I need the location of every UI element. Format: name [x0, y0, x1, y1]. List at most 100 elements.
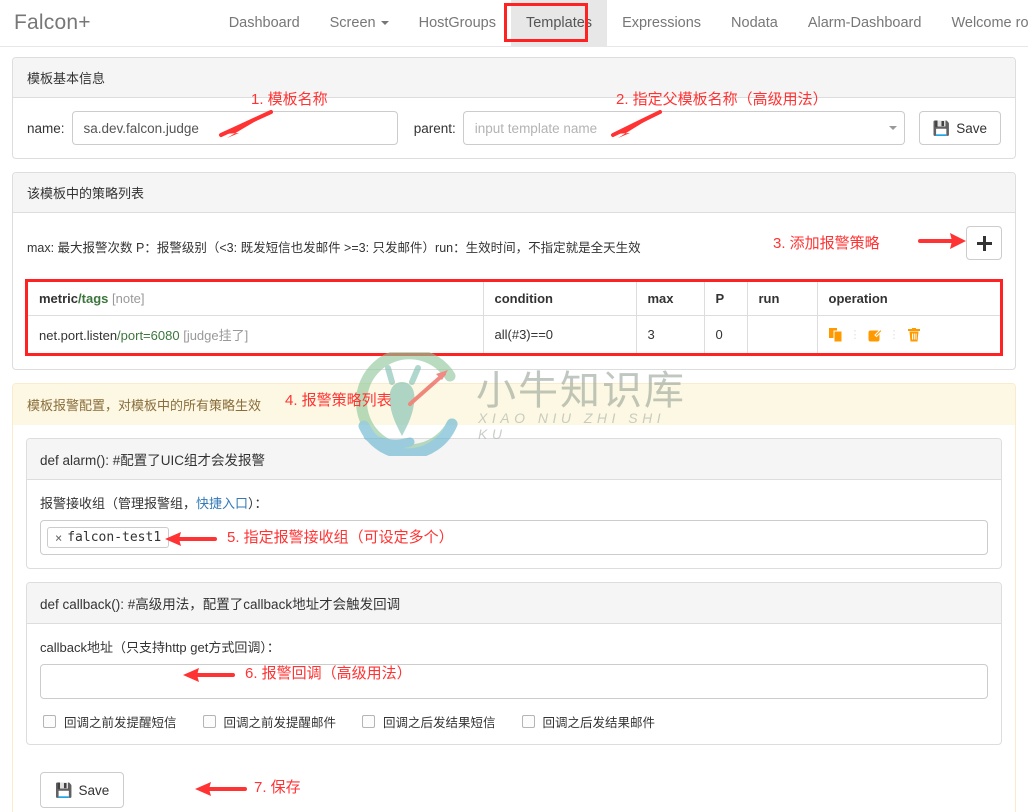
page-content: 模板基本信息 name: parent: 💾 Save 1. 模板名称 — [0, 47, 1028, 812]
nav-label: Alarm-Dashboard — [807, 15, 922, 31]
col-metric-dark: metric — [39, 291, 79, 306]
quick-entry-link[interactable]: 快捷入口 — [196, 496, 248, 511]
callback-section-panel: def callback(): #高级用法，配置了callback地址才会触发回… — [26, 582, 1002, 745]
checkbox-icon[interactable] — [43, 715, 56, 728]
panel-body-basic: name: parent: 💾 Save — [13, 98, 1015, 158]
cell-max: 3 — [636, 315, 705, 353]
nav-item-hostgroups[interactable]: HostGroups — [404, 0, 511, 46]
nav-label: Templates — [525, 15, 593, 31]
nav-label: Dashboard — [228, 15, 300, 31]
icon-separator: ⋮ — [888, 329, 900, 341]
annotation-4-text: 4. 报警策略列表 — [285, 392, 392, 409]
col-metric-green: /tags — [78, 291, 109, 306]
footer-save-row: 💾 Save 7. 保存 — [26, 758, 1002, 808]
nav-item-screen[interactable]: Screen — [315, 0, 404, 46]
annotation-3-arrow — [918, 233, 966, 249]
add-strategy-button[interactable] — [966, 226, 1002, 260]
name-label: name: — [27, 120, 65, 136]
parent-label: parent: — [413, 120, 456, 136]
top-navbar: Falcon+ Dashboard Screen HostGroups Temp… — [0, 0, 1028, 47]
strategy-list-panel: 该模板中的策略列表 max: 最大报警次数 P：报警级别（<3: 既发短信也发邮… — [12, 172, 1016, 370]
alarm-section-title: def alarm(): #配置了UIC组才会发报警 — [27, 439, 1001, 480]
basic-form-row: name: parent: 💾 Save — [27, 111, 1001, 145]
save-label: Save — [78, 782, 110, 798]
token-label: falcon-test1 — [67, 530, 162, 545]
callback-checkbox-group: 回调之前发提醒短信 回调之前发提醒邮件 回调之后发结果短信 回调之后发结果邮件 — [40, 712, 988, 731]
save-label: Save — [956, 120, 987, 136]
table-header-row: metric/tags [note] condition max P run o… — [28, 282, 1000, 316]
brand-logo[interactable]: Falcon+ — [0, 0, 91, 46]
parent-template-input[interactable] — [462, 111, 883, 145]
nav-items: Dashboard Screen HostGroups Templates Ex… — [214, 0, 1028, 46]
nav-label: Screen — [329, 15, 376, 31]
col-metric-tags: metric/tags [note] — [28, 282, 484, 316]
panel-heading-strategy: 该模板中的策略列表 — [13, 173, 1015, 213]
col-max: max — [636, 282, 705, 316]
metric-name: net.port.listen — [39, 328, 118, 343]
strategy-legend-row: max: 最大报警次数 P：报警级别（<3: 既发短信也发邮件 >=3: 只发邮… — [13, 213, 1015, 279]
checkbox-icon[interactable] — [202, 715, 216, 728]
cell-operation: ⋮ ⋮ — [817, 316, 1000, 354]
save-all-button[interactable]: 💾 Save — [40, 772, 125, 808]
cell-p: 0 — [704, 315, 748, 353]
panel-heading-basic: 模板基本信息 — [13, 58, 1015, 98]
col-operation: operation — [817, 282, 1000, 316]
token-falcon-test1[interactable]: × falcon-test1 — [47, 527, 170, 548]
alarm-config-panel: 模板报警配置，对模板中的所有策略生效 4. 报警策略列表 def alarm()… — [12, 383, 1016, 812]
checkbox-item-before-mail[interactable]: 回调之前发提醒邮件 — [202, 712, 337, 731]
edit-icon[interactable] — [868, 328, 882, 342]
parent-dropdown-toggle[interactable] — [882, 111, 905, 145]
checkbox-label: 回调之后发结果短信 — [383, 716, 496, 730]
cell-condition: all(#3)==0 — [483, 315, 637, 353]
save-basic-button[interactable]: 💾 Save — [918, 111, 1001, 145]
strategy-table: metric/tags [note] condition max P run o… — [28, 282, 1000, 353]
nav-item-templates[interactable]: Templates — [510, 0, 608, 46]
checkbox-label: 回调之前发提醒邮件 — [223, 716, 337, 730]
nav-item-dashboard[interactable]: Dashboard — [214, 0, 315, 46]
panel-heading-alarm: 模板报警配置，对模板中的所有策略生效 4. 报警策略列表 — [13, 384, 1015, 425]
plus-icon — [976, 235, 992, 251]
col-condition: condition — [483, 282, 637, 316]
copy-icon[interactable] — [828, 327, 843, 342]
col-metric-gray: [note] — [112, 291, 145, 306]
alarm-group-label: 报警接收组（管理报警组，快捷入口）： — [40, 493, 988, 512]
checkbox-item-before-sms[interactable]: 回调之前发提醒短信 — [43, 712, 177, 731]
checkbox-icon[interactable] — [521, 715, 535, 728]
metric-tags: /port=6080 — [117, 328, 180, 343]
checkbox-label: 回调之后发结果邮件 — [542, 716, 656, 730]
alarm-receiver-group-input[interactable]: × falcon-test1 5. 指定报警接收组（可设定多个） — [40, 520, 988, 555]
annotation-5-arrow — [165, 532, 217, 546]
table-row: net.port.listen/port=6080 [judge挂了] all(… — [28, 315, 1000, 354]
annotation-7-text: 7. 保存 — [254, 779, 301, 796]
icon-separator: ⋮ — [849, 329, 861, 341]
annotation-7-arrow — [195, 782, 247, 796]
nav-item-expressions[interactable]: Expressions — [607, 0, 716, 46]
save-icon: 💾 — [55, 782, 73, 798]
nav-item-nodata[interactable]: Nodata — [716, 0, 793, 46]
nav-label: Welcome root — [951, 15, 1028, 31]
nav-item-alarm-dashboard[interactable]: Alarm-Dashboard — [793, 0, 937, 46]
cell-run — [747, 315, 818, 353]
strategy-legend-text: max: 最大报警次数 P：报警级别（<3: 既发短信也发邮件 >=3: 只发邮… — [27, 240, 641, 255]
panel-body-alarm: def alarm(): #配置了UIC组才会发报警 报警接收组（管理报警组，快… — [13, 425, 1015, 812]
alarm-group-label-prefix: 报警接收组（管理报警组， — [40, 496, 197, 511]
annotation-5-text: 5. 指定报警接收组（可设定多个） — [227, 529, 454, 546]
checkbox-label: 回调之前发提醒短信 — [64, 716, 177, 730]
cell-metric-tags: net.port.listen/port=6080 [judge挂了] — [28, 315, 484, 353]
callback-section-body: callback地址（只支持http get方式回调）： 6. 报警回调（高级用… — [27, 624, 1001, 744]
checkbox-item-after-sms[interactable]: 回调之后发结果短信 — [362, 712, 496, 731]
strategy-table-frame: metric/tags [note] condition max P run o… — [25, 279, 1003, 356]
callback-url-input[interactable] — [40, 664, 988, 699]
strategy-table-head: metric/tags [note] condition max P run o… — [28, 282, 1000, 316]
nav-item-welcome-root[interactable]: Welcome root — [936, 0, 1028, 46]
col-run: run — [747, 282, 818, 316]
template-name-input[interactable] — [71, 111, 398, 145]
checkbox-icon[interactable] — [362, 715, 376, 728]
col-p: P — [704, 282, 748, 316]
callback-url-label: callback地址（只支持http get方式回调）： — [40, 640, 280, 655]
callback-section-title: def callback(): #高级用法，配置了callback地址才会触发回… — [27, 583, 1001, 624]
template-basic-info-panel: 模板基本信息 name: parent: 💾 Save 1. 模板名称 — [12, 57, 1016, 159]
delete-icon[interactable] — [907, 327, 921, 342]
checkbox-item-after-mail[interactable]: 回调之后发结果邮件 — [521, 712, 656, 731]
close-icon[interactable]: × — [55, 531, 62, 545]
